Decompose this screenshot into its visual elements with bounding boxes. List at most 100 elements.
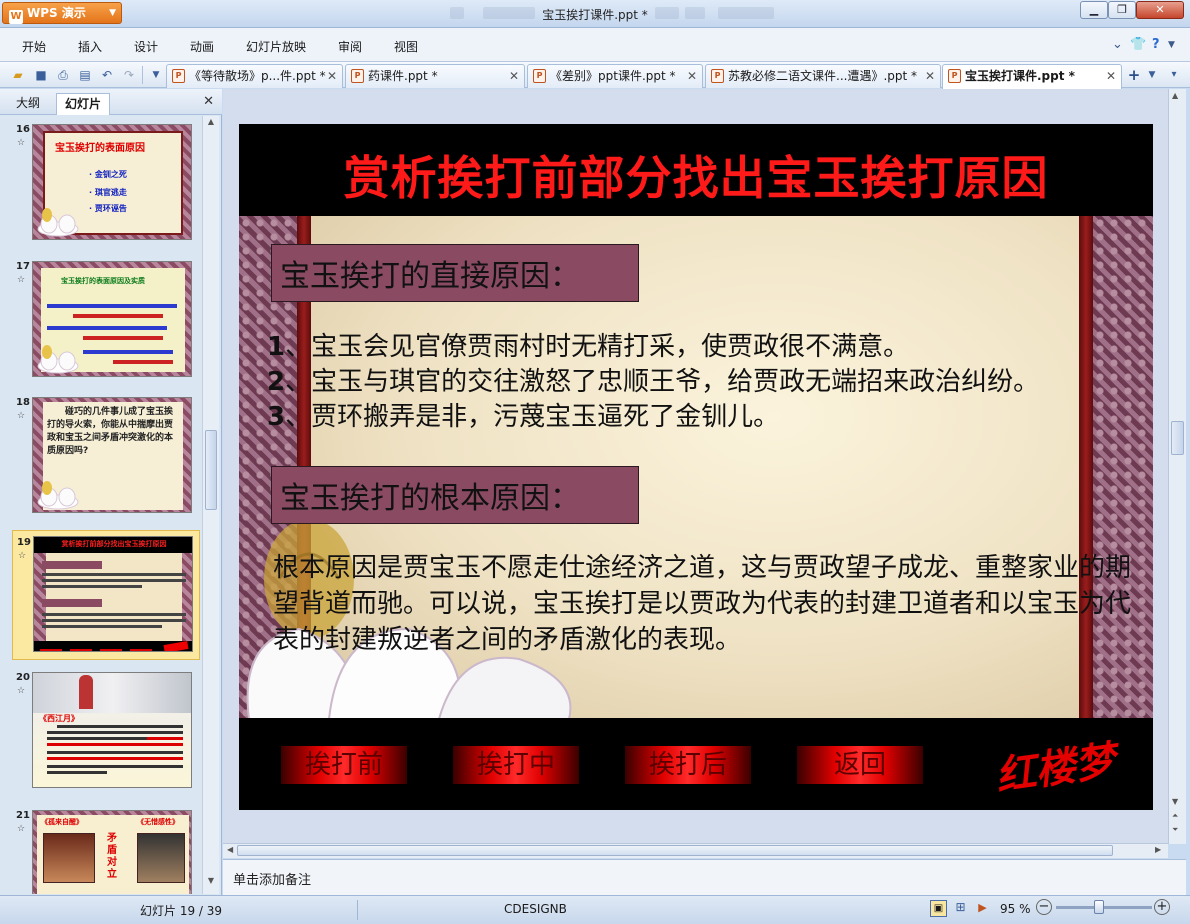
horizontal-scrollbar[interactable]: ◀ ▶ [223, 843, 1168, 858]
undo-icon[interactable]: ↶ [99, 67, 115, 83]
notes-pane[interactable]: 单击添加备注 [223, 859, 1186, 895]
root-cause-heading[interactable]: 宝玉挨打的根本原因： [271, 466, 639, 524]
scroll-down-icon[interactable]: ▼ [205, 876, 217, 890]
animation-star-icon: ☆ [18, 551, 27, 561]
thumbnail-slide-21[interactable]: 21 ☆ 《孤来自醒》 《无惜感性》 矛盾对立 [0, 804, 202, 894]
menu-animation[interactable]: 动画 [190, 38, 214, 55]
tab-slides[interactable]: 幻灯片 [56, 93, 111, 115]
customize-toolbar-icon[interactable]: ▼ [148, 67, 164, 83]
menu-design[interactable]: 设计 [134, 38, 158, 55]
help-icon[interactable]: ? [1152, 37, 1160, 52]
close-pane-icon[interactable]: ✕ [203, 94, 214, 109]
slide-counter: 幻灯片 19 / 39 [140, 904, 223, 918]
animation-star-icon: ☆ [17, 138, 26, 148]
ppt-file-icon: P [948, 69, 961, 83]
slide-number: 20 [16, 672, 30, 683]
open-folder-icon[interactable]: ▰ [10, 67, 26, 83]
minimize-button[interactable]: ▁ [1080, 1, 1108, 19]
print-preview-icon[interactable]: ▤ [77, 67, 93, 83]
direct-cause-heading[interactable]: 宝玉挨打的直接原因： [271, 244, 639, 302]
thumb-line: · 贾环诬告 [89, 204, 127, 213]
lotus-image [37, 481, 79, 510]
menu-review[interactable]: 审阅 [338, 38, 362, 55]
thumbnail-scrollbar[interactable]: ▲ ▼ [202, 116, 219, 894]
close-tab-icon[interactable]: ✕ [1106, 65, 1116, 87]
slide-sorter-icon[interactable]: ⊞ [952, 900, 969, 917]
current-slide[interactable]: 赏析挨打前部分找出宝玉挨打原因 宝玉挨打的直接原因： 1、宝玉会见官僚贾雨村时无… [239, 124, 1153, 810]
thumbnail-slide-17[interactable]: 17 ☆ 宝玉挨打的表面原因及实质 [0, 255, 202, 383]
reason-item-2: 2、宝玉与琪官的交往激怒了忠顺王爷，给贾政无端招来政治纠纷。 [267, 365, 1039, 400]
nav-return-button[interactable]: 返回 [797, 746, 923, 784]
direct-cause-list[interactable]: 1、宝玉会见官僚贾雨村时无精打采，使贾政很不满意。 2、宝玉与琪官的交往激怒了忠… [267, 330, 1039, 435]
close-tab-icon[interactable]: ✕ [327, 65, 337, 87]
close-button[interactable]: ✕ [1136, 1, 1184, 19]
scroll-right-icon[interactable]: ▶ [1155, 845, 1161, 854]
normal-view-icon[interactable]: ▣ [930, 900, 947, 917]
slide-preview: 赏析挨打前部分找出宝玉挨打原因 [33, 536, 193, 652]
scroll-thumb[interactable] [237, 845, 1113, 856]
scroll-thumb[interactable] [1171, 421, 1184, 455]
menu-slideshow[interactable]: 幻灯片放映 [246, 38, 306, 55]
menu-insert[interactable]: 插入 [78, 38, 102, 55]
reason-text: 、贾环搬弄是非，污蔑宝玉逼死了金钏儿。 [285, 402, 780, 432]
scroll-left-icon[interactable]: ◀ [227, 845, 233, 854]
redo-icon[interactable]: ↷ [121, 67, 137, 83]
slideshow-icon[interactable]: ▶ [974, 900, 991, 917]
collapse-ribbon-icon[interactable]: ⌄ [1112, 37, 1123, 52]
scroll-up-icon[interactable]: ▲ [205, 117, 217, 131]
scroll-up-icon[interactable]: ▲ [1172, 91, 1178, 100]
vertical-scrollbar[interactable]: ▲ ▼ ⏶ ⏷ [1168, 89, 1186, 844]
zoom-slider-track[interactable] [1056, 906, 1152, 909]
zoom-in-icon[interactable]: + [1154, 899, 1170, 915]
thumb-caption-left: 《孤来自醒》 [41, 818, 83, 826]
thumb-line: · 金钏之死 [89, 170, 127, 179]
save-icon[interactable]: ■ [33, 67, 49, 83]
thumbnail-slide-20[interactable]: 20 ☆ 《西江月》 [0, 666, 202, 794]
slide-preview: 宝玉挨打的表面原因 · 金钏之死 · 琪官逃走 · 贾环诬告 [32, 124, 192, 240]
pane-tabs: 大纲 幻灯片 ✕ [0, 89, 222, 115]
doc-tab-3[interactable]: P 《差别》ppt课件.ppt * ✕ [527, 64, 703, 88]
thumbnail-slide-16[interactable]: 16 ☆ 宝玉挨打的表面原因 · 金钏之死 · 琪官逃走 · 贾环诬告 [0, 118, 202, 246]
lotus-image [37, 208, 79, 237]
print-icon[interactable]: ⎙ [55, 67, 71, 83]
hongloumeng-logo: 红楼梦 [992, 736, 1119, 801]
zoom-slider-thumb[interactable] [1094, 900, 1104, 914]
ppt-file-icon: P [711, 69, 724, 83]
scroll-thumb[interactable] [205, 430, 217, 510]
slide-preview: 碰巧的几件事儿成了宝玉挨打的导火索，你能从中揣摩出贾政和宝玉之间矛盾冲突激化的本… [32, 397, 192, 513]
previous-slide-icon[interactable]: ⏶ [1172, 811, 1178, 821]
animation-star-icon: ☆ [17, 275, 26, 285]
help-dropdown-icon[interactable]: ▼ [1168, 40, 1175, 50]
thumb-middle-text: 矛盾对立 [107, 833, 117, 880]
new-tab-dropdown-icon[interactable]: ▼ [1144, 67, 1160, 83]
doc-tab-4[interactable]: P 苏教必修二语文课件...遭遇》.ppt * ✕ [705, 64, 941, 88]
menu-view[interactable]: 视图 [394, 38, 418, 55]
nav-during-beating-button[interactable]: 挨打中 [453, 746, 579, 784]
slide-title[interactable]: 赏析挨打前部分找出宝玉挨打原因 [239, 142, 1153, 208]
new-tab-icon[interactable]: + [1126, 67, 1142, 83]
thumbnail-slide-19-selected[interactable]: 19 ☆ 赏析挨打前部分找出宝玉挨打原因 [12, 530, 200, 660]
ppt-file-icon: P [172, 69, 185, 83]
doc-tab-2[interactable]: P 药课件.ppt * ✕ [345, 64, 525, 88]
doc-tab-5-active[interactable]: P 宝玉挨打课件.ppt * ✕ [942, 64, 1122, 89]
tab-list-icon[interactable]: ▾ [1166, 67, 1182, 83]
thumb-title: 宝玉挨打的表面原因及实质 [61, 277, 145, 285]
close-tab-icon[interactable]: ✕ [509, 65, 519, 87]
nav-before-beating-button[interactable]: 挨打前 [281, 746, 407, 784]
maximize-button[interactable]: ❐ [1108, 1, 1136, 19]
thumbnail-slide-18[interactable]: 18 ☆ 碰巧的几件事儿成了宝玉挨打的导火索，你能从中揣摩出贾政和宝玉之间矛盾冲… [0, 391, 202, 519]
root-cause-text[interactable]: 根本原因是贾宝玉不愿走仕途经济之道，这与贾政望子成龙、重整家业的期望背道而驰。可… [273, 550, 1143, 658]
close-tab-icon[interactable]: ✕ [687, 65, 697, 87]
thumb-title: 赏析挨打前部分找出宝玉挨打原因 [61, 540, 167, 548]
skin-icon[interactable]: 👕 [1130, 37, 1146, 52]
scroll-down-icon[interactable]: ▼ [1172, 797, 1178, 806]
doc-tab-1[interactable]: P 《等待散场》p...件.ppt * ✕ [166, 64, 343, 88]
menu-home[interactable]: 开始 [22, 38, 46, 55]
toolbar-separator [142, 66, 143, 84]
next-slide-icon[interactable]: ⏷ [1172, 825, 1178, 835]
close-tab-icon[interactable]: ✕ [925, 65, 935, 87]
nav-after-beating-button[interactable]: 挨打后 [625, 746, 751, 784]
tab-outline[interactable]: 大纲 [8, 93, 48, 115]
title-bar: W WPS 演示 ▼ 宝玉挨打课件.ppt * ▁ ❐ ✕ [0, 0, 1190, 28]
zoom-out-icon[interactable]: − [1036, 899, 1052, 915]
